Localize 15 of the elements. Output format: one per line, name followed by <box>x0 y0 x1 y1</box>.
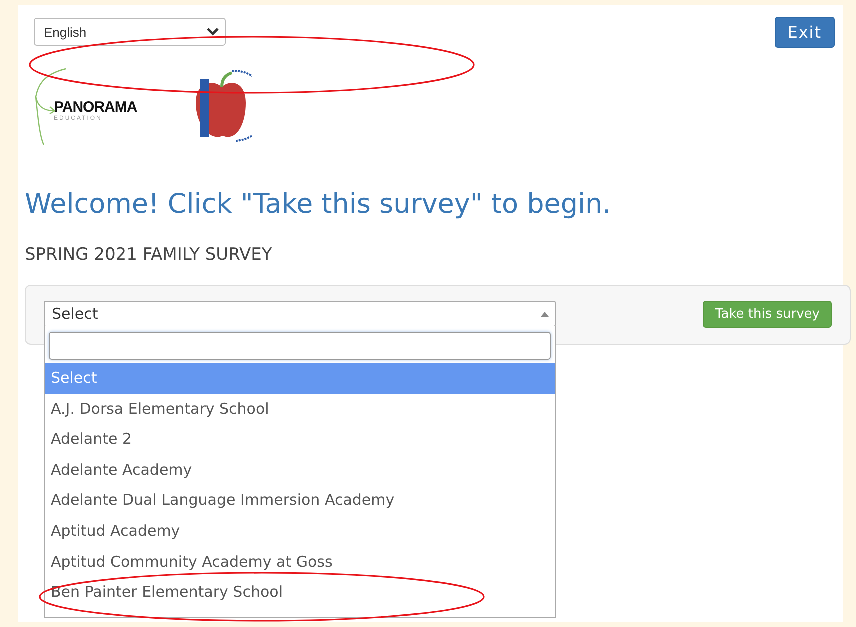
exit-button[interactable]: Exit <box>774 17 835 48</box>
language-select[interactable]: English <box>34 18 226 46</box>
search-field[interactable] <box>49 332 551 360</box>
chevron-down-icon <box>207 28 219 36</box>
caret-icon <box>541 312 549 316</box>
school-option[interactable]: Adelante Dual Language Immersion Academy <box>45 485 555 516</box>
school-option[interactable]: Ben Painter Elementary School <box>45 577 555 608</box>
school-option[interactable]: A.J. Dorsa Elementary School <box>45 394 555 424</box>
school-option[interactable]: Adelante Academy <box>45 454 555 486</box>
survey-title: SPRING 2021 FAMILY SURVEY <box>25 244 274 267</box>
school-select[interactable]: Select <box>44 301 556 327</box>
welcome-heading: Welcome! Click "Take this survey" to begin. <box>25 188 612 222</box>
school-option[interactable]: Aptitud Academy <box>45 516 555 547</box>
school-option[interactable]: Aptitud Community Academy at Goss <box>45 546 555 578</box>
school-option[interactable]: Adelante 2 <box>45 424 555 455</box>
